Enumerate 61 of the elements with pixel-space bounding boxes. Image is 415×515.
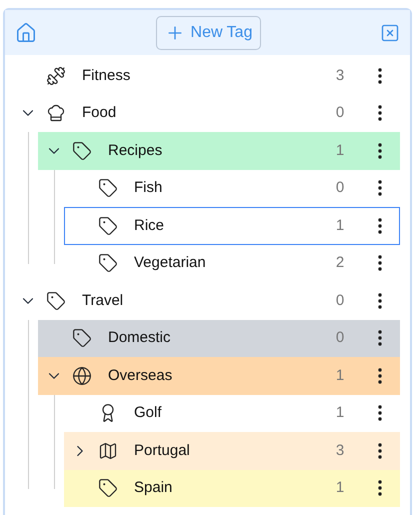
more-icon xyxy=(378,330,382,346)
globe-icon xyxy=(72,366,92,386)
tag-label: Overseas xyxy=(108,366,174,386)
tag-label: Food xyxy=(82,103,118,123)
tag-label: Vegetarian xyxy=(134,253,207,273)
more-icon xyxy=(378,142,382,159)
tag-label: Travel xyxy=(82,290,124,310)
tag-label: Fitness xyxy=(82,66,132,86)
more-icon xyxy=(378,255,382,272)
more-icon xyxy=(378,368,382,384)
tag-icon xyxy=(98,253,118,274)
tree-row[interactable]: Fitness 3 xyxy=(12,57,400,94)
tree-row[interactable]: Vegetarian 2 xyxy=(64,244,400,282)
tag-label: Domestic xyxy=(108,328,172,348)
tag-count: 1 xyxy=(334,216,346,236)
map-icon xyxy=(98,440,118,461)
tree-row[interactable]: Overseas 1 xyxy=(38,357,400,394)
tree-row[interactable]: Food 0 xyxy=(12,94,400,132)
tag-icon xyxy=(98,216,118,236)
more-icon xyxy=(378,480,382,496)
tree-row[interactable]: Recipes 1 xyxy=(38,132,400,170)
tree-row[interactable]: Domestic 0 xyxy=(38,320,400,357)
tag-count: 3 xyxy=(334,66,346,86)
tag-count: 0 xyxy=(334,178,346,198)
more-icon xyxy=(378,218,382,234)
tag-icon xyxy=(98,178,118,198)
tag-count: 0 xyxy=(334,103,346,123)
tag-count: 2 xyxy=(334,253,346,273)
tree-row[interactable]: Travel 0 xyxy=(12,282,400,320)
tag-label: Recipes xyxy=(108,140,164,160)
tag-count: 1 xyxy=(334,403,346,423)
close-icon[interactable] xyxy=(380,22,400,42)
more-icon xyxy=(378,405,382,422)
tag-icon xyxy=(72,328,92,348)
more-icon xyxy=(378,442,382,459)
tag-label: Portugal xyxy=(134,440,191,460)
tag-count: 1 xyxy=(334,140,346,160)
tag-count: 1 xyxy=(334,478,346,498)
more-icon xyxy=(378,180,382,196)
tag-icon xyxy=(46,290,66,311)
tag-label: Golf xyxy=(134,403,163,423)
tag-icon xyxy=(98,478,118,498)
tree-row[interactable]: Fish 0 xyxy=(64,170,400,207)
tree-row[interactable]: Spain 1 xyxy=(64,470,400,507)
chef-icon xyxy=(46,103,66,124)
tree-row[interactable]: Golf 1 xyxy=(64,394,400,432)
tag-count: 0 xyxy=(334,328,346,348)
tag-label: Rice xyxy=(134,216,166,236)
more-icon xyxy=(378,292,382,309)
tag-count: 1 xyxy=(334,366,346,386)
tag-label: Spain xyxy=(134,478,174,498)
tag-count: 3 xyxy=(334,440,346,460)
home-icon[interactable] xyxy=(15,22,37,44)
tag-count: 0 xyxy=(334,290,346,310)
tag-label: Fish xyxy=(134,178,164,198)
more-icon xyxy=(378,68,382,84)
tag-icon xyxy=(72,140,92,161)
more-icon xyxy=(378,105,382,122)
tree-row[interactable]: Rice 1 xyxy=(64,207,400,244)
tree-row[interactable]: Portugal 3 xyxy=(64,432,400,470)
dumbbell-icon xyxy=(46,66,66,86)
